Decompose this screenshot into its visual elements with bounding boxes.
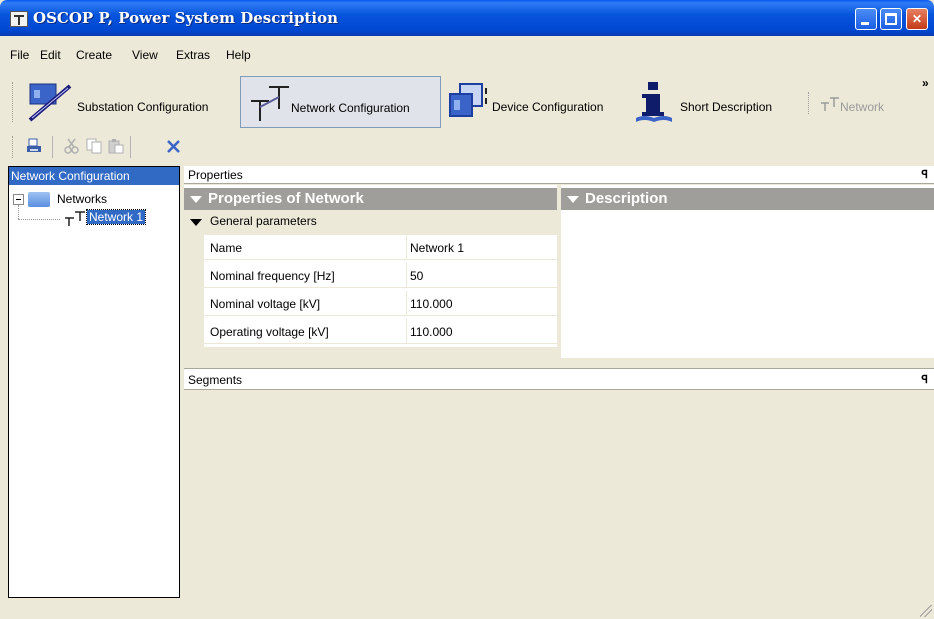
short-description-label: Short Description [680, 100, 773, 114]
title-bar: OSCOP P, Power System Description ✕ [0, 0, 934, 36]
network-label: Network [840, 100, 885, 114]
print-icon[interactable] [26, 138, 42, 154]
toolbar-divider [52, 136, 53, 158]
maximize-icon [885, 13, 897, 25]
edit-toolbar [0, 132, 934, 162]
network-icon [821, 97, 839, 111]
tree-node-network-1[interactable]: Network 1 [85, 209, 147, 225]
property-row[interactable]: Name Network 1 [204, 235, 557, 260]
collapse-arrow-icon [567, 196, 579, 203]
substation-configuration-label: Substation Configuration [77, 100, 209, 114]
segments-panel-title: Segments [188, 373, 243, 387]
toolbar-divider [130, 136, 131, 158]
delete-icon[interactable] [166, 138, 182, 154]
grid-footer [184, 347, 557, 358]
cut-icon[interactable] [64, 138, 80, 154]
property-value[interactable]: 110.000 [410, 325, 453, 339]
description-section-header[interactable]: Description [561, 188, 934, 210]
main-toolbar: Substation Configuration Network Configu… [0, 72, 934, 130]
substation-icon [28, 83, 72, 122]
property-name: Nominal frequency [Hz] [210, 269, 335, 283]
menu-view[interactable]: View [132, 48, 158, 62]
resize-grip-icon[interactable] [920, 605, 932, 617]
collapse-arrow-icon [190, 219, 202, 226]
network-configuration-button[interactable]: Network Configuration [240, 76, 441, 128]
properties-section-header[interactable]: Properties of Network [184, 188, 557, 210]
properties-panel-title: Properties [188, 168, 243, 182]
short-description-button[interactable]: Short Description [634, 76, 794, 128]
property-value[interactable]: Network 1 [410, 241, 464, 255]
copy-icon[interactable] [86, 138, 102, 154]
tree-header: Network Configuration [9, 167, 179, 185]
properties-section-title: Properties of Network [208, 190, 364, 207]
device-configuration-button[interactable]: Device Configuration [446, 76, 626, 128]
menu-extras[interactable]: Extras [176, 48, 210, 62]
edit-toolbar-grip[interactable] [12, 136, 15, 158]
paste-icon[interactable] [108, 138, 124, 154]
properties-panel: Properties of Network Description Genera… [184, 185, 934, 358]
network-button[interactable]: Network [818, 76, 910, 128]
property-row[interactable]: Nominal frequency [Hz] 50 [204, 263, 557, 288]
window-title: OSCOP P, Power System Description [33, 9, 338, 27]
pin-icon[interactable]: ꟼ [921, 373, 928, 386]
property-value[interactable]: 110.000 [410, 297, 453, 311]
property-row[interactable]: Operating voltage [kV] 110.000 [204, 319, 557, 344]
grid-divider [406, 291, 407, 315]
close-icon: ✕ [911, 12, 923, 26]
info-icon [636, 82, 672, 122]
tree-node-networks[interactable]: Networks [57, 192, 107, 206]
grid-indent [184, 235, 204, 347]
network-icon [65, 211, 85, 226]
segments-panel [184, 391, 934, 601]
maximize-button[interactable] [880, 8, 902, 30]
menu-bar: File Edit Create View Extras Help [0, 44, 934, 66]
property-value[interactable]: 50 [410, 269, 423, 283]
panel-splitter[interactable] [557, 185, 561, 358]
collapse-arrow-icon [190, 196, 202, 203]
menu-file[interactable]: File [10, 48, 29, 62]
device-configuration-label: Device Configuration [492, 100, 604, 114]
tree-connector [18, 205, 19, 219]
grid-divider [406, 263, 407, 287]
property-name: Nominal voltage [kV] [210, 297, 321, 311]
folder-icon [28, 192, 50, 207]
close-button[interactable]: ✕ [906, 8, 928, 30]
property-name: Operating voltage [kV] [210, 325, 329, 339]
toolbar-separator [808, 92, 811, 114]
minimize-button[interactable] [855, 8, 877, 30]
general-parameters-group[interactable]: General parameters [184, 210, 557, 235]
minimize-icon [861, 22, 869, 25]
substation-configuration-button[interactable]: Substation Configuration [26, 76, 236, 128]
menu-create[interactable]: Create [76, 48, 112, 62]
properties-panel-header: Properties ꟼ [184, 166, 934, 184]
segments-panel-header: Segments ꟼ [184, 368, 934, 390]
pin-icon[interactable]: ꟼ [921, 168, 928, 181]
device-config-icon [449, 83, 487, 117]
description-section-title: Description [585, 190, 668, 207]
menu-help[interactable]: Help [226, 48, 251, 62]
network-config-icon [251, 86, 289, 121]
network-configuration-label: Network Configuration [291, 101, 410, 115]
app-icon [10, 11, 28, 27]
network-tree-pane: Network Configuration Networks Network 1 [8, 166, 180, 598]
grid-divider [406, 319, 407, 343]
tree-connector [18, 219, 60, 220]
toolbar-grip[interactable] [12, 82, 15, 122]
property-row[interactable]: Nominal voltage [kV] 110.000 [204, 291, 557, 316]
toolbar-overflow-button[interactable]: » [922, 76, 929, 90]
menu-edit[interactable]: Edit [40, 48, 61, 62]
general-parameters-label: General parameters [210, 214, 317, 228]
tree-collapse-toggle[interactable] [13, 194, 24, 205]
property-name: Name [210, 241, 243, 255]
status-bar [0, 600, 934, 619]
grid-divider [406, 235, 407, 259]
